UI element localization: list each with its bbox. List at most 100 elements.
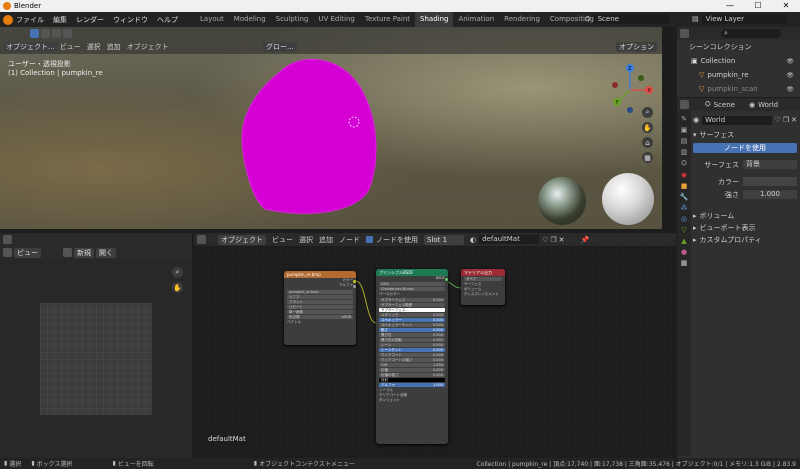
- image-open-button[interactable]: 開く: [96, 247, 116, 258]
- sss-method-select[interactable]: Christensen-Burley: [379, 286, 445, 292]
- material-tab-icon[interactable]: ●: [681, 248, 687, 256]
- scene-icon[interactable]: ⛭: [585, 15, 591, 24]
- bsdf-param-field[interactable]: シーンチント 0.500: [379, 347, 445, 353]
- select-box-icon[interactable]: [30, 29, 39, 38]
- world-props-tab-icon[interactable]: ◉: [681, 171, 687, 179]
- bsdf-param-field[interactable]: サブサーフェス範囲: [379, 302, 445, 308]
- bsdf-param-field[interactable]: 伝播 0.000: [379, 367, 445, 373]
- close-button[interactable]: ✕: [776, 0, 796, 12]
- menu-item[interactable]: ヘルプ: [157, 15, 178, 25]
- image-view-select[interactable]: ビュー: [14, 247, 41, 258]
- surface-shader-select[interactable]: 背景: [743, 160, 797, 169]
- output-target-select[interactable]: すべて: [464, 276, 502, 281]
- scene-selector[interactable]: Scene: [593, 14, 669, 24]
- shader-node-editor[interactable]: オブジェクト ビュー 選択 追加 ノード ノードを使用 Slot 1 ◐ defaul…: [194, 233, 676, 458]
- scene-props-tab-icon[interactable]: ⛭: [681, 159, 687, 168]
- viewport-3d[interactable]: オブジェクト... ビュー 選択 追加 オブジェクト グロー... オプション ユーザ…: [0, 27, 662, 229]
- bsdf-param-field[interactable]: 放射: [379, 377, 445, 383]
- image-pan-icon[interactable]: ✋: [172, 282, 183, 293]
- image-editor[interactable]: ビュー 新規 開く ⌕ ✋: [0, 233, 192, 458]
- viewport-menu-item[interactable]: オブジェクト: [127, 42, 169, 52]
- surface-section-header[interactable]: ▾ サーフェス: [693, 129, 797, 141]
- distribution-select[interactable]: GGX: [379, 281, 445, 287]
- options-dropdown[interactable]: オプション: [616, 42, 657, 52]
- workspace-tab[interactable]: Animation: [453, 12, 499, 27]
- property-section-header[interactable]: ▸ カスタムプロパティ: [693, 234, 797, 246]
- bsdf-param-field[interactable]: メタリック 0.000: [379, 312, 445, 318]
- viewport-menu-item[interactable]: 選択: [87, 42, 101, 52]
- image-texture-node[interactable]: pumpkin_re.bmp カラー アルファ pumpkin_re.bmp リ…: [284, 271, 356, 345]
- bsdf-param-field[interactable]: クリアコートの粗さ 0.030: [379, 357, 445, 363]
- view-layer-icon[interactable]: ▤: [692, 15, 699, 23]
- properties-world-tab[interactable]: World: [758, 101, 778, 109]
- workspace-tab[interactable]: Sculpting: [271, 12, 314, 27]
- image-option-select[interactable]: リピート: [287, 304, 353, 310]
- bsdf-param-field[interactable]: スペキュラーチント 0.000: [379, 322, 445, 328]
- select-extend-icon[interactable]: [52, 29, 61, 38]
- object-tab-icon[interactable]: ■: [681, 182, 688, 190]
- bsdf-param-field[interactable]: IOR 1.450: [379, 362, 445, 368]
- material-output-node[interactable]: マテリアル出力 すべて サーフェス ボリューム ディスプレイスメント: [461, 269, 505, 305]
- strength-field[interactable]: 1.000: [743, 190, 797, 199]
- visibility-eye-icon[interactable]: 👁: [786, 86, 794, 93]
- bsdf-param-field[interactable]: アルファ 1.000: [379, 382, 445, 388]
- viewport-menu-item[interactable]: 追加: [107, 42, 121, 52]
- bsdf-param-field[interactable]: 異方性の回転 0.000: [379, 337, 445, 343]
- view-layer-selector[interactable]: View Layer: [701, 14, 787, 24]
- camera-icon[interactable]: ⌂: [642, 137, 653, 148]
- data-tab-icon[interactable]: ▲: [681, 237, 686, 245]
- properties-editor-icon[interactable]: [680, 100, 689, 109]
- zoom-icon[interactable]: ⌕: [642, 107, 653, 118]
- image-option-select[interactable]: 単一画像: [287, 309, 353, 315]
- output-tab-icon[interactable]: ▤: [681, 137, 688, 145]
- select-subtract-icon[interactable]: [63, 29, 72, 38]
- viewlayer-tab-icon[interactable]: ▥: [681, 148, 688, 156]
- particles-tab-icon[interactable]: ⁂: [681, 204, 688, 212]
- constraints-tab-icon[interactable]: ▽: [681, 226, 686, 234]
- outliner-editor-icon[interactable]: [680, 29, 689, 38]
- viewport-mode-select[interactable]: オブジェクト...: [3, 42, 58, 52]
- tool-tab-icon[interactable]: ✎: [681, 115, 687, 123]
- select-mode-icon[interactable]: [41, 29, 50, 38]
- bsdf-param-field[interactable]: 粗さ 0.500: [379, 327, 445, 333]
- menu-item[interactable]: ウィンドウ: [113, 15, 148, 25]
- property-section-header[interactable]: ▸ ビューポート表示: [693, 222, 797, 234]
- workspace-tab[interactable]: UV Editing: [313, 12, 360, 27]
- workspace-tab[interactable]: Layout: [195, 12, 229, 27]
- image-option-select[interactable]: リニア: [287, 294, 353, 300]
- texture-tab-icon[interactable]: ▦: [681, 259, 688, 267]
- menu-item[interactable]: 編集: [53, 15, 67, 25]
- blender-menu-icon[interactable]: [3, 14, 13, 25]
- bsdf-param-field[interactable]: サブサーフェス...: [379, 307, 445, 313]
- pan-hand-icon[interactable]: ✋: [642, 122, 653, 133]
- outliner-search-icon[interactable]: ⌕: [721, 29, 781, 38]
- bsdf-param-field[interactable]: シーン 0.000: [379, 342, 445, 348]
- image-zoom-icon[interactable]: ⌕: [172, 267, 183, 278]
- workspace-tab[interactable]: Shading: [415, 12, 454, 27]
- minimize-button[interactable]: —: [720, 0, 740, 12]
- world-name-field[interactable]: World: [702, 115, 772, 125]
- bsdf-param-field[interactable]: スペキュラー 0.500: [379, 317, 445, 323]
- image-editor-type-icon[interactable]: [3, 235, 12, 244]
- colorspace-select[interactable]: 色空間 sRGB: [287, 314, 353, 320]
- pumpkin-object[interactable]: [230, 47, 380, 222]
- workspace-tab[interactable]: Rendering: [499, 12, 545, 27]
- image-browse-icon[interactable]: [63, 248, 72, 257]
- menu-item[interactable]: ファイル: [16, 15, 44, 25]
- use-nodes-button[interactable]: ノードを使用: [693, 143, 797, 153]
- outliner-item[interactable]: ▽ pumpkin_re 👁: [677, 68, 800, 82]
- image-name-field[interactable]: pumpkin_re.bmp: [287, 289, 353, 295]
- bsdf-param-field[interactable]: クリアコート 0.000: [379, 352, 445, 358]
- modifier-tab-icon[interactable]: 🔧: [680, 193, 689, 201]
- fake-user-icon[interactable]: ♡: [775, 116, 781, 124]
- image-mode-icon[interactable]: [3, 248, 12, 257]
- maximize-button[interactable]: ☐: [748, 0, 768, 12]
- world-color-swatch[interactable]: [743, 177, 797, 186]
- physics-tab-icon[interactable]: ◎: [681, 215, 687, 223]
- visibility-eye-icon[interactable]: 👁: [786, 58, 794, 65]
- render-tab-icon[interactable]: ▣: [681, 126, 688, 134]
- properties-scene-tab[interactable]: Scene: [714, 101, 735, 109]
- property-section-header[interactable]: ▸ ボリューム: [693, 210, 797, 222]
- visibility-eye-icon[interactable]: 👁: [786, 72, 794, 79]
- bsdf-param-field[interactable]: 伝播の粗さ 0.000: [379, 372, 445, 378]
